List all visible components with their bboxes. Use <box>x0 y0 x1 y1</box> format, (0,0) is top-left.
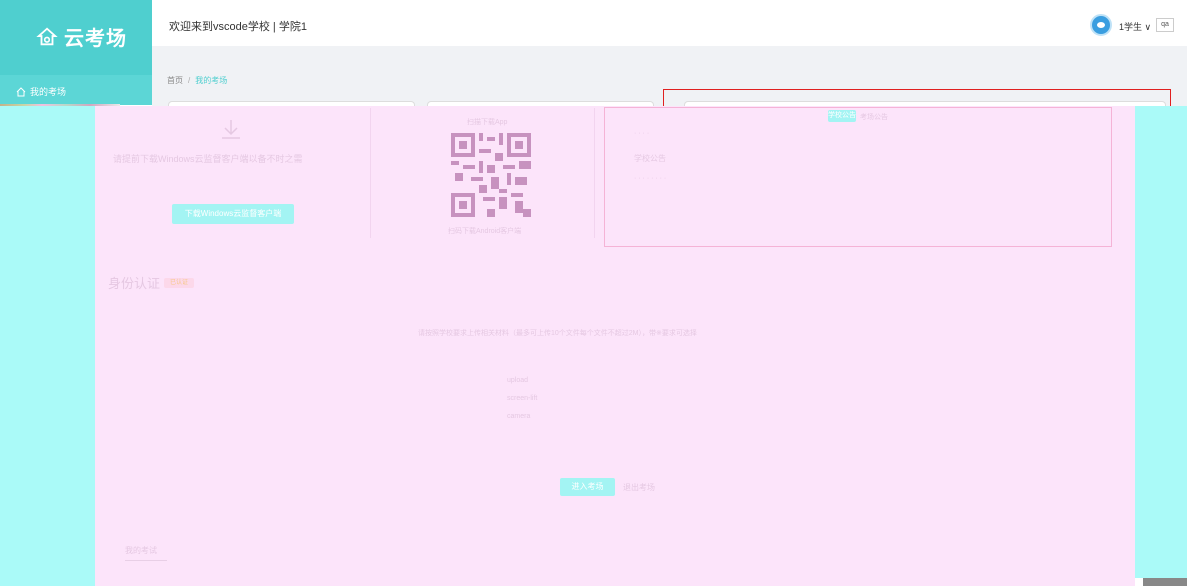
notice-panel <box>604 107 1112 247</box>
enter-exam-button[interactable]: 进入考场 <box>560 478 615 496</box>
welcome-text: 欢迎来到vscode学校 | 学院1 <box>169 21 307 33</box>
upload-item[interactable]: camera <box>507 413 530 420</box>
identity-title: 身份认证 <box>108 276 161 291</box>
tab-exam-notice[interactable]: 考场公告 <box>860 112 888 122</box>
identity-instruction: 请按照学校要求上传相关材料（最多可上传10个文件每个文件不超过2M），带※要求可… <box>418 330 697 337</box>
notice-line: 学校公告 <box>634 154 666 163</box>
tab-school-notice[interactable]: 学校公告 <box>828 110 856 122</box>
sidebar-item-my-exam[interactable]: 我的考场 <box>0 75 152 105</box>
notice-line: · · · · · · · · <box>634 175 667 182</box>
avatar[interactable] <box>1090 14 1112 36</box>
card-divider <box>370 108 371 238</box>
right-cyan-panel <box>1135 106 1187 578</box>
download-icon <box>222 120 240 139</box>
download-tip: 请提前下载Windows云监督客户端以备不时之需 <box>113 154 303 164</box>
breadcrumb: 首页 / 我的考场 <box>167 75 227 86</box>
download-client-button[interactable]: 下载Windows云监督客户端 <box>172 204 294 224</box>
exit-exam-link[interactable]: 退出考场 <box>623 482 655 493</box>
upload-item[interactable]: upload <box>507 377 528 384</box>
status-badge: 已认证 <box>164 278 194 288</box>
top-header: 欢迎来到vscode学校 | 学院1 1学生 ∨ qa <box>152 0 1187 46</box>
breadcrumb-separator: / <box>188 76 191 85</box>
left-cyan-panel <box>0 106 95 586</box>
qr-title: 扫描下载App <box>467 119 508 126</box>
notice-line: · · · · <box>634 130 650 137</box>
logo-icon <box>36 27 58 45</box>
user-menu[interactable]: 1学生 ∨ <box>1119 20 1151 33</box>
tab-my-exams[interactable]: 我的考试 <box>125 545 157 556</box>
upload-item[interactable]: screen-lift <box>507 395 537 402</box>
tab-underline <box>125 560 167 561</box>
scrollbar-thumb[interactable] <box>1143 578 1187 586</box>
qr-code <box>451 133 531 217</box>
card-divider <box>594 108 595 238</box>
breadcrumb-home[interactable]: 首页 <box>167 76 183 85</box>
sidebar-item-label: 我的考场 <box>30 87 67 97</box>
sidebar-header: 云考场 <box>0 0 152 75</box>
logo-text: 云考场 <box>64 28 127 50</box>
qr-caption: 扫码下载Android客户端 <box>448 228 522 235</box>
home-icon <box>16 86 26 96</box>
breadcrumb-current: 我的考场 <box>195 76 228 85</box>
app-logo[interactable]: 云考场 <box>36 22 127 51</box>
language-button[interactable]: qa <box>1156 18 1174 32</box>
